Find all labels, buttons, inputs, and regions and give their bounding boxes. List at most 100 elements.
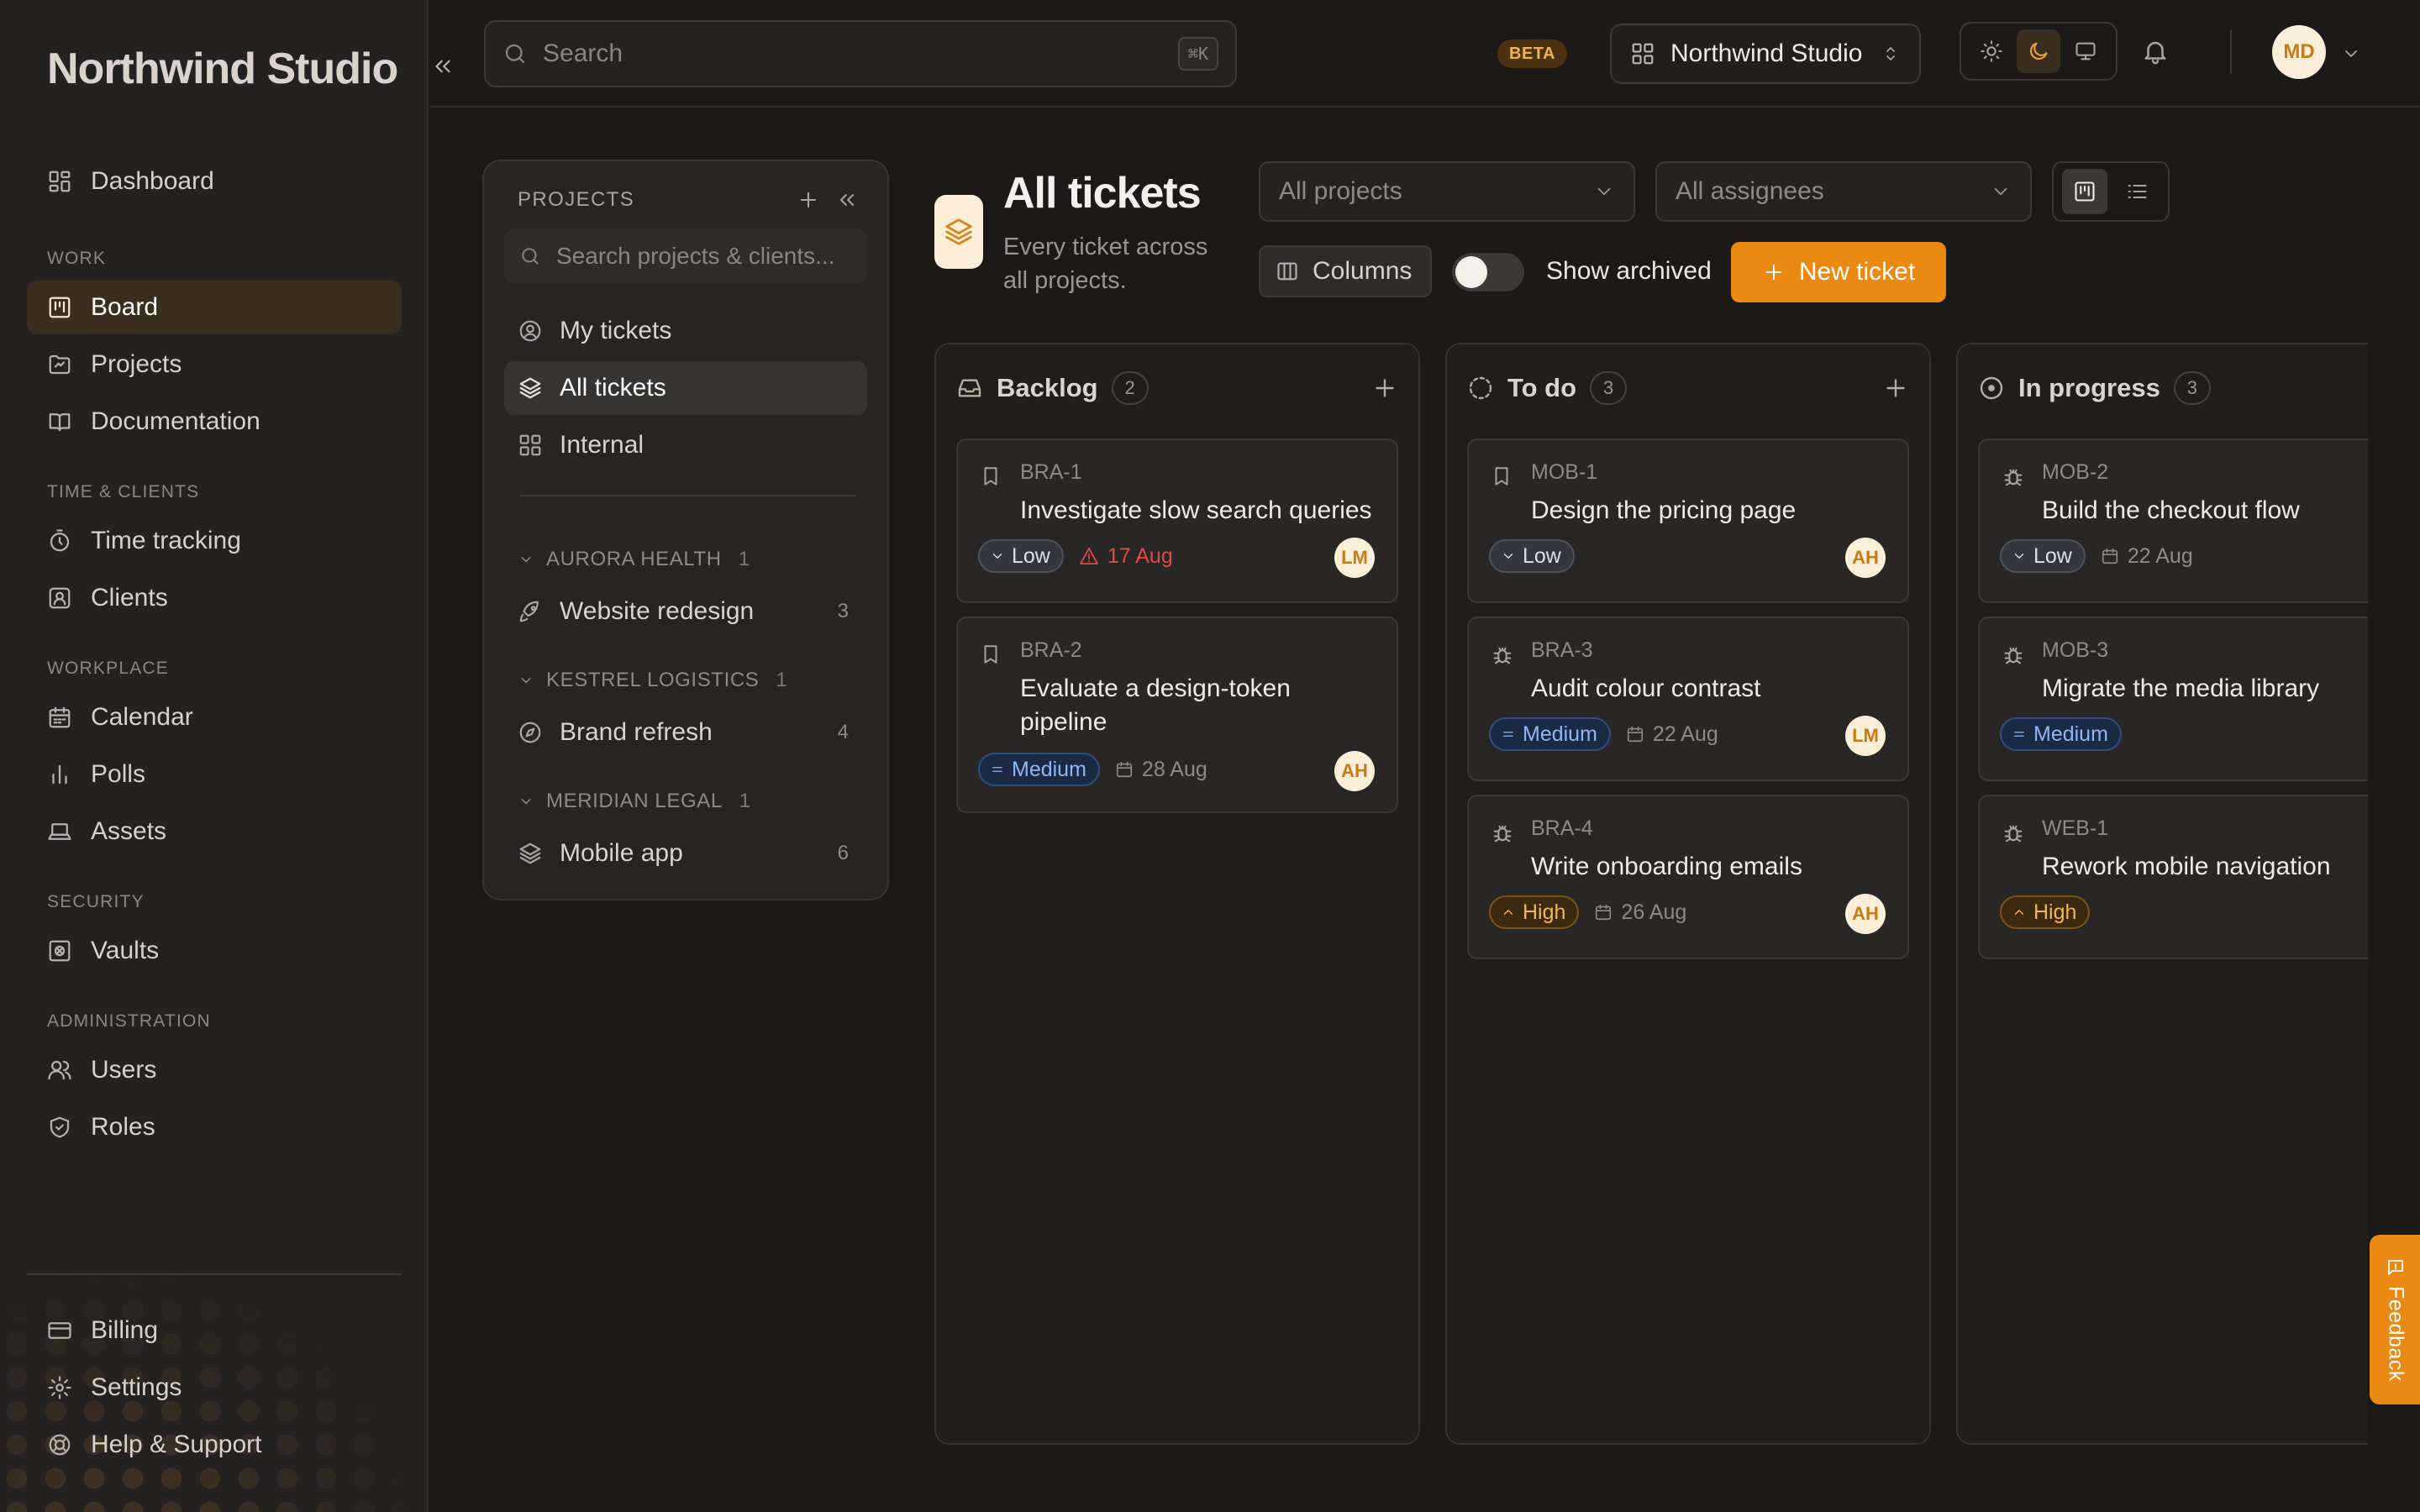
collapse-projects-button[interactable] bbox=[835, 188, 859, 212]
projects-search-input[interactable]: Search projects & clients... bbox=[556, 243, 834, 270]
calendar-icon bbox=[1596, 904, 1612, 921]
vault-icon bbox=[49, 940, 71, 962]
sidebar-item-clients[interactable]: Clients bbox=[27, 571, 402, 625]
sidebar-item-vaults[interactable]: Vaults bbox=[27, 924, 402, 978]
sidebar-item-users[interactable]: Users bbox=[27, 1043, 402, 1097]
priority-badge: Medium bbox=[1489, 717, 1611, 751]
project-website-redesign[interactable]: Website redesign 3 bbox=[504, 585, 867, 638]
sidebar-item-time-tracking[interactable]: Time tracking bbox=[27, 514, 402, 568]
bookmark-icon bbox=[984, 645, 997, 664]
view-internal[interactable]: Internal bbox=[504, 418, 867, 472]
ticket-card[interactable]: MOB-1 Design the pricing page Low AH bbox=[1467, 438, 1909, 603]
view-all-tickets[interactable]: All tickets bbox=[504, 361, 867, 415]
user-avatar[interactable]: MD bbox=[2272, 25, 2326, 79]
ticket-key: WEB-1 bbox=[2042, 816, 2109, 840]
client-count: 1 bbox=[739, 790, 751, 812]
project-brand-refresh[interactable]: Brand refresh 4 bbox=[504, 706, 867, 759]
ticket-card[interactable]: MOB-3 Migrate the media library Medium bbox=[1978, 617, 2368, 781]
assignees-filter[interactable]: All assignees bbox=[1655, 161, 2032, 222]
workspace-switcher[interactable]: Northwind Studio bbox=[1610, 24, 1921, 84]
sidebar-item-assets[interactable]: Assets bbox=[27, 805, 402, 858]
assignee-avatar[interactable]: AH bbox=[1334, 751, 1375, 791]
priority-badge: High bbox=[1489, 895, 1580, 929]
client-group-toggle[interactable]: AURORA HEALTH 1 bbox=[518, 543, 750, 576]
projects-filter[interactable]: All projects bbox=[1259, 161, 1635, 222]
ticket-card[interactable]: WEB-1 Rework mobile navigation High bbox=[1978, 795, 2368, 959]
global-search[interactable]: Search ⌘K bbox=[484, 20, 1237, 87]
user-menu-button[interactable] bbox=[2341, 44, 2361, 64]
sidebar-item-billing[interactable]: Billing bbox=[27, 1304, 402, 1357]
ticket-card[interactable]: BRA-2 Evaluate a design-token pipeline M… bbox=[956, 617, 1398, 813]
column-title: To do bbox=[1507, 373, 1577, 402]
users-icon bbox=[48, 1060, 71, 1080]
assignee-avatar[interactable]: LM bbox=[1334, 538, 1375, 578]
message-icon bbox=[2388, 1260, 2403, 1275]
project-mobile-app[interactable]: Mobile app 6 bbox=[504, 827, 867, 880]
client-group-toggle[interactable]: MERIDIAN LEGAL 1 bbox=[518, 785, 750, 818]
ticket-card[interactable]: BRA-4 Write onboarding emails High 26 Au… bbox=[1467, 795, 1909, 959]
ticket-key: BRA-4 bbox=[1531, 816, 1593, 840]
project-label: Brand refresh bbox=[560, 718, 713, 746]
layers-icon bbox=[945, 218, 972, 245]
sidebar-item-projects[interactable]: Projects bbox=[27, 338, 402, 391]
brand-logo[interactable]: Northwind Studio bbox=[47, 44, 398, 94]
collapse-sidebar-button[interactable] bbox=[430, 54, 455, 79]
add-card-button[interactable] bbox=[1371, 375, 1398, 402]
new-ticket-button[interactable]: New ticket bbox=[1731, 242, 1946, 302]
assignee-avatar[interactable]: AH bbox=[1845, 894, 1886, 934]
assignee-avatar[interactable]: AH bbox=[1845, 538, 1886, 578]
sidebar-item-help[interactable]: Help & Support bbox=[27, 1418, 402, 1472]
column-in-progress: In progress 3 MOB-2 Build the checkout f… bbox=[1956, 343, 2368, 1445]
sidebar-item-calendar[interactable]: Calendar bbox=[27, 690, 402, 744]
sidebar: Northwind Studio Dashboard WORK Board Pr… bbox=[0, 0, 429, 1512]
sidebar-section-work: WORK Board Projects Documentation bbox=[27, 239, 402, 449]
theme-light-button[interactable] bbox=[1970, 29, 2013, 73]
theme-system-button[interactable] bbox=[2064, 29, 2107, 73]
view-label: My tickets bbox=[560, 317, 672, 344]
beta-badge: BETA bbox=[1497, 39, 1567, 68]
add-project-button[interactable] bbox=[797, 188, 820, 212]
projects-filter-value: All projects bbox=[1279, 177, 1402, 205]
sidebar-item-settings[interactable]: Settings bbox=[27, 1361, 402, 1415]
client-count: 1 bbox=[738, 548, 750, 570]
sidebar-item-documentation[interactable]: Documentation bbox=[27, 395, 402, 449]
add-card-button[interactable] bbox=[1882, 375, 1909, 402]
assignee-avatar[interactable]: LM bbox=[1845, 716, 1886, 756]
notifications-button[interactable] bbox=[2141, 37, 2170, 66]
ticket-key: BRA-3 bbox=[1531, 638, 1593, 662]
list-view-button[interactable] bbox=[2114, 169, 2160, 214]
due-date-value: 22 Aug bbox=[2127, 543, 2193, 568]
rocket-icon bbox=[519, 601, 539, 622]
ticket-title: Write onboarding emails bbox=[1531, 853, 1802, 880]
sidebar-item-board[interactable]: Board bbox=[27, 281, 402, 334]
sidebar-item-roles[interactable]: Roles bbox=[27, 1100, 402, 1154]
columns-label: Columns bbox=[1313, 257, 1413, 285]
due-date-value: 26 Aug bbox=[1621, 900, 1687, 924]
grid-icon bbox=[1632, 43, 1654, 65]
stopwatch-icon bbox=[50, 529, 70, 552]
view-my-tickets[interactable]: My tickets bbox=[504, 304, 867, 358]
ticket-meta: High bbox=[2000, 895, 2091, 929]
board-view-button[interactable] bbox=[2062, 169, 2107, 214]
column-title: Backlog bbox=[997, 373, 1098, 402]
search-shortcut: ⌘K bbox=[1177, 37, 1218, 71]
chevron-down-icon bbox=[2014, 554, 2024, 559]
gear-icon bbox=[48, 1376, 71, 1399]
projects-panel-title: PROJECTS bbox=[518, 188, 635, 211]
sidebar-item-dashboard[interactable]: Dashboard bbox=[27, 155, 402, 208]
projects-panel-header: PROJECTS bbox=[518, 183, 859, 217]
sidebar-item-polls[interactable]: Polls bbox=[27, 748, 402, 801]
theme-dark-button[interactable] bbox=[2017, 29, 2060, 73]
search-input[interactable]: Search bbox=[543, 39, 1163, 68]
sidebar-item-label: Board bbox=[91, 293, 159, 321]
client-name: KESTREL LOGISTICS bbox=[546, 669, 760, 691]
projects-search[interactable]: Search projects & clients... bbox=[504, 228, 867, 284]
ticket-card[interactable]: MOB-2 Build the checkout flow Low 22 Aug bbox=[1978, 438, 2368, 603]
client-group-toggle[interactable]: KESTREL LOGISTICS 1 bbox=[518, 664, 787, 697]
show-archived-toggle[interactable] bbox=[1452, 253, 1524, 291]
ticket-card[interactable]: BRA-3 Audit colour contrast Medium 22 Au… bbox=[1467, 617, 1909, 781]
feedback-tab[interactable]: Feedback bbox=[2370, 1235, 2420, 1404]
ticket-card[interactable]: BRA-1 Investigate slow search queries Lo… bbox=[956, 438, 1398, 603]
columns-button[interactable]: Columns bbox=[1259, 245, 1432, 297]
column-header: To do 3 bbox=[1467, 370, 1909, 407]
